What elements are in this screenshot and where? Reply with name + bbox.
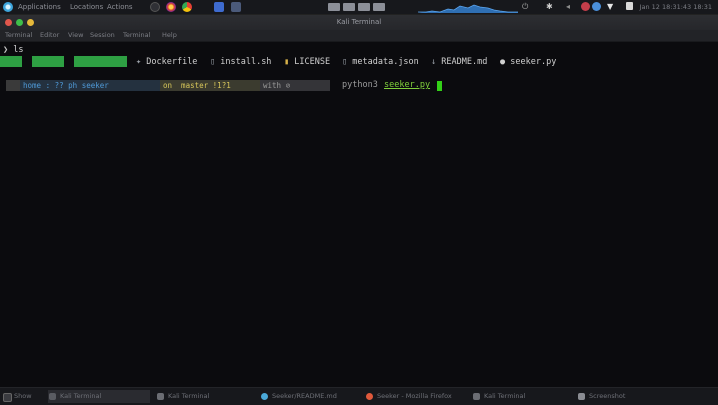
window-titlebar[interactable]: Kali Terminal [0, 15, 718, 30]
terminal-menubar: Terminal Editor View Session Terminal He… [0, 30, 718, 42]
task-kali-terminal[interactable]: Kali Terminal [156, 390, 252, 403]
network-app-icon[interactable] [592, 2, 601, 11]
window-title: Kali Terminal [336, 18, 382, 26]
files-launcher-icon[interactable] [231, 2, 241, 12]
ls-file: ▯ metadata.json [342, 57, 419, 67]
prompt-git-branch: on master !1?1 [160, 80, 260, 91]
menu-help[interactable]: Help [162, 30, 177, 41]
menu-view[interactable]: View [68, 30, 83, 41]
maximize-button[interactable] [16, 19, 23, 26]
prompt-context: with ⊘ [260, 80, 330, 91]
cpu-monitor-graph [418, 4, 518, 13]
terminal-output[interactable]: ❯ ls ✦ Dockerfile ▯ install.sh ▮ LICENSE… [0, 42, 718, 387]
terminal-icon [49, 393, 56, 400]
battery-icon[interactable] [626, 2, 633, 10]
menu-file[interactable]: Terminal [5, 30, 32, 41]
task-screenshot[interactable]: Screenshot [577, 390, 687, 403]
terminal-icon [473, 393, 480, 400]
wifi-icon[interactable]: ▼ [607, 2, 616, 11]
kali-menu-icon[interactable] [3, 2, 13, 12]
clock[interactable]: Jan 12 18:31:43 18:31 [640, 3, 712, 11]
os-icon [6, 80, 20, 91]
license-icon: ▮ [284, 57, 290, 67]
workspace-3[interactable] [358, 3, 370, 11]
docker-icon: ✦ [136, 57, 142, 67]
workspace-2[interactable] [343, 3, 355, 11]
menu-edit[interactable]: Editor [40, 30, 59, 41]
close-button[interactable] [5, 19, 12, 26]
terminal-launcher-icon[interactable] [150, 2, 160, 12]
prompt-path: home : ?? ph seeker [20, 80, 160, 91]
task-firefox[interactable]: Seeker - Mozilla Firefox [365, 390, 465, 403]
directory-entry [0, 56, 22, 67]
screenshot-icon [578, 393, 585, 400]
task-kali-terminal-active[interactable]: Kali Terminal [48, 390, 150, 403]
bluetooth-icon[interactable]: ✱ [546, 2, 555, 11]
show-desktop-button[interactable]: Show [2, 390, 42, 403]
chrome-launcher-icon[interactable] [182, 2, 192, 12]
directory-entry [74, 56, 127, 67]
top-panel: Applications Locations Actions ⏻ ✱ ◂ ▼ J… [0, 0, 718, 15]
editor-launcher-icon[interactable] [214, 2, 224, 12]
previous-command-line: ❯ ls [3, 45, 24, 55]
shell-icon: ▯ [210, 57, 216, 67]
ls-file: ▮ LICENSE [284, 57, 331, 67]
power-icon[interactable]: ⏻ [522, 2, 531, 11]
ls-file: ● seeker.py [500, 57, 557, 67]
task-readme[interactable]: Seeker/README.md [260, 390, 360, 403]
menu-locations[interactable]: Locations [70, 3, 103, 11]
ls-file: ↓ README.md [431, 57, 488, 67]
markdown-icon: ↓ [431, 57, 437, 67]
json-icon: ▯ [342, 57, 348, 67]
ls-file: ✦ Dockerfile [136, 57, 198, 67]
workspace-1[interactable] [328, 3, 340, 11]
python-icon: ● [500, 57, 506, 67]
workspace-4[interactable] [373, 3, 385, 11]
menu-actions[interactable]: Actions [107, 3, 133, 11]
command-argument: seeker.py [384, 80, 431, 90]
directory-entry [32, 56, 64, 67]
bottom-taskbar: Show Kali Terminal Kali Terminal Seeker/… [0, 387, 718, 405]
firefox-icon [366, 393, 373, 400]
notification-icon[interactable] [581, 2, 590, 11]
grid-icon [3, 393, 12, 402]
editor-icon [261, 393, 268, 400]
terminal-icon [157, 393, 164, 400]
menu-applications[interactable]: Applications [18, 3, 61, 11]
firefox-launcher-icon[interactable] [166, 2, 176, 12]
minimize-button[interactable] [27, 19, 34, 26]
text-cursor [437, 81, 442, 91]
menu-session[interactable]: Session [90, 30, 115, 41]
volume-icon[interactable]: ◂ [566, 2, 575, 11]
menu-terminal[interactable]: Terminal [123, 30, 150, 41]
typed-command: python3 [342, 80, 378, 90]
task-kali-terminal-2[interactable]: Kali Terminal [472, 390, 570, 403]
ls-file: ▯ install.sh [210, 57, 272, 67]
